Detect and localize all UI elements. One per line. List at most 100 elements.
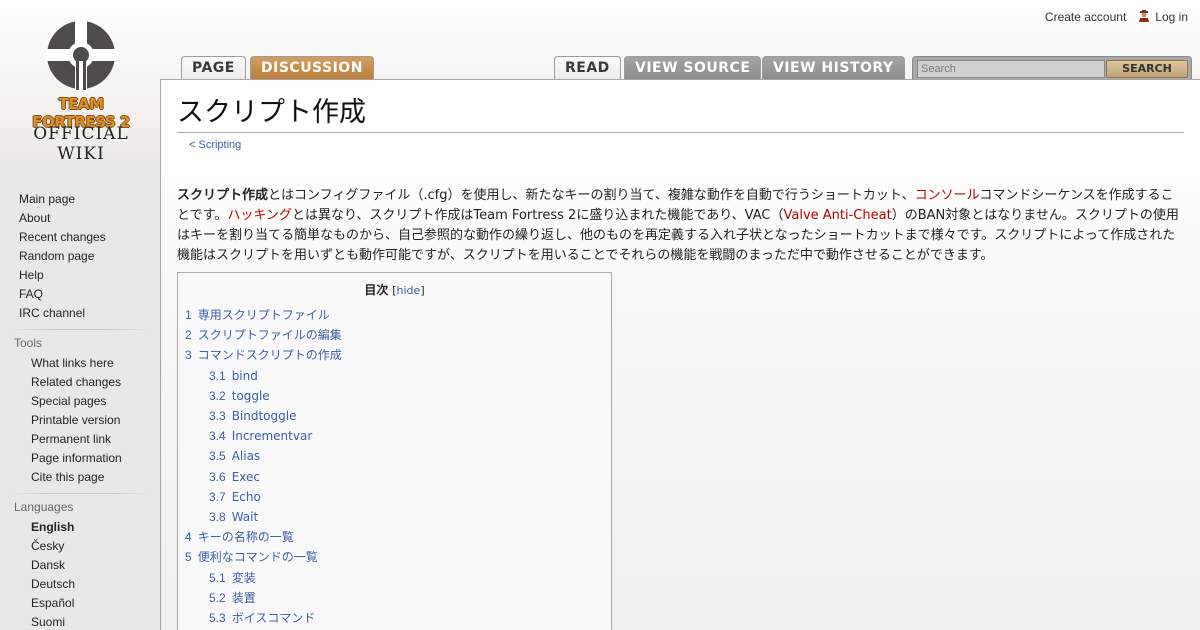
toc-item-number: 3.2 [209,388,226,403]
toc-item-label: 装置 [231,590,256,605]
toc-item-number: 3 [185,348,192,363]
breadcrumb: < Scripting [189,139,241,151]
toc-item[interactable]: 3.6 Exec [185,467,604,487]
login-label: Log in [1155,10,1188,24]
toc-item[interactable]: 5.1 変装 [185,568,604,588]
toc-item[interactable]: 5.2 装置 [185,588,604,608]
sidebar-nav-item[interactable]: Random page [0,247,160,266]
sidebar-tool-item[interactable]: What links here [0,354,160,373]
toc-list: 1 専用スクリプトファイル 2 スクリプトファイルの編集 3 コマンドスクリプトの作成 3.… [185,305,604,630]
toc-item-label: 便利なコマンドの一覧 [197,550,318,565]
sidebar-language-item[interactable]: Suomi [0,613,160,630]
toc-item-number: 4 [185,530,192,545]
sidebar-nav-item[interactable]: About [0,209,160,228]
logo-subtitle: OFFICIAL WIKI [33,124,129,164]
search-box: Search [912,56,1192,80]
tools-heading: Tools [14,336,43,350]
search-button[interactable]: Search [1106,60,1188,78]
toc-title: 目次 [364,283,389,297]
toc-hide-link[interactable]: hide [397,284,421,297]
toc-item-label: ボイスコマンド [231,611,316,626]
sidebar-language-item[interactable]: Español [0,594,160,613]
sidebar-divider [10,493,150,494]
sidebar-languages: English Česky Dansk Deutsch Español Suomi [0,518,160,630]
intro-bold-term: スクリプト作成 [177,188,269,203]
toc-item[interactable]: 3.1 bind [185,366,604,386]
sidebar-nav-item[interactable]: Help [0,266,160,285]
toc-item-label: スクリプトファイルの編集 [197,328,342,343]
toc-item-label: bind [231,368,258,383]
sidebar-tool-item[interactable]: Related changes [0,373,160,392]
toc-item-number: 5.1 [209,570,226,585]
languages-heading: Languages [14,500,74,514]
link-hacking[interactable]: ハッキング [227,208,292,223]
sidebar-tool-item[interactable]: Printable version [0,411,160,430]
sidebar-tools: What links here Related changes Special pa… [0,354,160,487]
toc-header: 目次 [hide] [185,281,604,298]
toc-item-number: 3.5 [209,449,226,464]
intro-paragraph: スクリプト作成とはコンフィグファイル（.cfg）を使用し、新たなキーの割り当て、… [177,186,1184,266]
toc-item-label: toggle [231,388,270,403]
sidebar-tool-item[interactable]: Permanent link [0,430,160,449]
toc-item-label: 専用スクリプトファイル [197,308,330,322]
sidebar-nav-item[interactable]: Main page [0,190,160,209]
toc-item-number: 3.7 [209,489,226,504]
toc-item-number: 5.3 [209,611,226,626]
tab-read[interactable]: Read [554,56,621,81]
toc-item-number: 1 [185,308,192,322]
toc-item-label: Alias [231,449,261,464]
toc-item-number: 2 [185,328,192,343]
toc-item[interactable]: 3 コマンドスクリプトの作成 [185,345,604,365]
main-content: スクリプト作成 < Scripting スクリプト作成とはコンフィグファイル（.… [160,79,1200,630]
tab-view-history[interactable]: View history [762,56,905,80]
tf2-logo-icon [46,20,116,90]
sidebar-tool-item[interactable]: Cite this page [0,468,160,487]
tab-view-source[interactable]: View source [624,56,762,80]
sidebar-tool-item[interactable]: Special pages [0,392,160,411]
toc-item[interactable]: 3.5 Alias [185,446,604,466]
toc-item[interactable]: 3.4 Incrementvar [185,426,604,446]
create-account-link[interactable]: Create account [1045,10,1126,24]
toc-item[interactable]: 3.2 toggle [185,386,604,406]
sidebar-nav-item[interactable]: IRC channel [0,304,160,323]
sidebar-language-item[interactable]: Česky [0,537,160,556]
toc-toggle: [hide] [392,284,425,297]
toc-item-number: 5.2 [209,590,226,605]
toc-item[interactable]: 3.7 Echo [185,487,604,507]
toc-item[interactable]: 3.8 Wait [185,507,604,527]
user-icon [1139,10,1150,22]
sidebar-language-item[interactable]: Deutsch [0,575,160,594]
sidebar-navigation: Main page About Recent changes Random page H… [0,190,160,323]
toc-item[interactable]: 1 専用スクリプトファイル [185,305,604,325]
page-title: スクリプト作成 [177,96,1184,133]
sidebar-nav-item[interactable]: FAQ [0,285,160,304]
toc-item-label: Echo [231,489,261,504]
login-link[interactable]: Log in [1138,10,1188,24]
table-of-contents: 目次 [hide] 1 専用スクリプトファイル 2 スクリプトファイルの編集 3 コマンド… [177,272,612,630]
toc-item-number: 3.1 [209,368,226,383]
link-console[interactable]: コンソール [915,188,980,203]
toc-item[interactable]: 3.3 Bindtoggle [185,406,604,426]
tab-discussion[interactable]: Discussion [250,56,374,80]
toc-item-label: Bindtoggle [231,409,297,424]
wiki-logo[interactable]: TEAM FORTRESS 2 OFFICIAL WIKI [0,0,160,164]
toc-item-number: 3.6 [209,469,226,484]
sidebar-language-item: English [31,520,75,534]
toc-item-number: 3.4 [209,429,226,444]
tab-page[interactable]: Page [181,56,246,81]
link-vac[interactable]: Valve Anti-Cheat [783,208,891,223]
toc-item[interactable]: 4 キーの名称の一覧 [185,527,604,547]
search-input[interactable] [917,60,1105,78]
toc-item-label: キーの名称の一覧 [197,530,294,545]
toc-item[interactable]: 2 スクリプトファイルの編集 [185,325,604,345]
sidebar-tool-item[interactable]: Page information [0,449,160,468]
toc-item[interactable]: 5 便利なコマンドの一覧 [185,547,604,567]
intro-text-1: とはコンフィグファイル（.cfg）を使用し、新たなキーの割り当て、複雑な動作を自… [268,188,915,203]
toc-item[interactable]: 5.3 ボイスコマンド [185,608,604,628]
personal-tools: Create account Log in [1045,10,1188,24]
toc-item-label: Wait [231,510,259,525]
breadcrumb-link-scripting[interactable]: Scripting [198,139,241,151]
sidebar-nav-item[interactable]: Recent changes [0,228,160,247]
sidebar-language-item[interactable]: Dansk [0,556,160,575]
toc-item-label: Exec [231,469,260,484]
